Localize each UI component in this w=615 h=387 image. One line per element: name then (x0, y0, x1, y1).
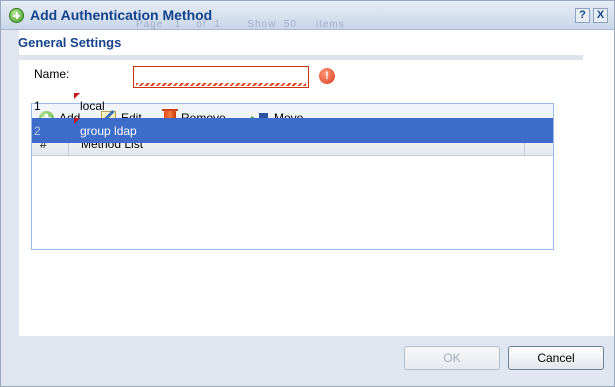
row-number: 2 (34, 124, 41, 138)
name-input[interactable] (133, 66, 309, 88)
add-authentication-method-dialog: Add Authentication Method Page 1 of 1 Sh… (0, 0, 615, 387)
table-row[interactable]: 1 local (32, 93, 553, 118)
background-paging-text: Page 1 of 1 Show 50 items (136, 19, 345, 30)
close-button[interactable]: X (593, 8, 608, 23)
method-cell: local (80, 99, 105, 113)
table-row-selected[interactable]: 2 group ldap (32, 118, 553, 143)
cancel-button[interactable]: Cancel (508, 346, 604, 370)
error-icon: ! (319, 68, 335, 84)
ok-button[interactable]: OK (404, 346, 500, 370)
section-title: General Settings (18, 35, 122, 50)
section-divider (15, 55, 583, 60)
row-number: 1 (34, 99, 41, 113)
dialog-titlebar[interactable]: Add Authentication Method Page 1 of 1 Sh… (1, 1, 614, 30)
name-label: Name: (34, 67, 70, 81)
method-cell: group ldap (80, 124, 137, 138)
add-icon (9, 8, 24, 23)
help-button[interactable]: ? (575, 8, 590, 23)
